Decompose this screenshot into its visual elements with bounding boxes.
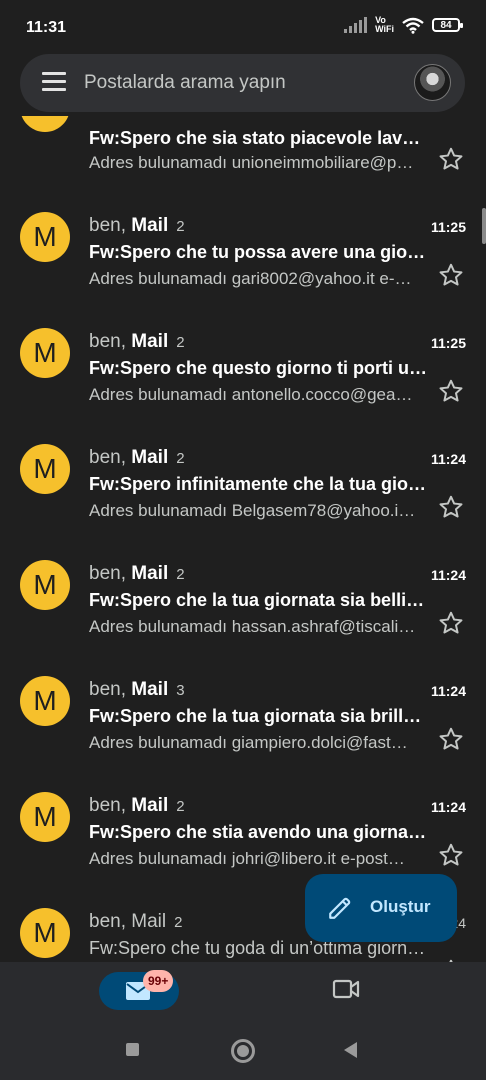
vowifi-bottom-text: WiFi <box>375 24 394 34</box>
email-row[interactable]: M ben, Mail 2 11:25 Fw:Spero che tu possa… <box>0 208 486 324</box>
sender-avatar: M <box>20 444 70 494</box>
thread-count: 3 <box>176 682 185 699</box>
sender-prefix: ben, <box>89 331 132 352</box>
email-snippet: Adres bulunamadı giampiero.dolci@fast… <box>89 733 408 752</box>
compose-button[interactable]: Oluştur <box>305 874 457 942</box>
signal-icon <box>344 17 368 33</box>
email-snippet: Adres bulunamadı hassan.ashraf@tiscali… <box>89 617 416 636</box>
email-sender: ben, Mail 2 <box>89 215 185 237</box>
thread-count: 2 <box>174 914 183 931</box>
star-icon[interactable] <box>438 378 464 404</box>
email-subject: Fw:Spero che sia stato piacevole lavo… <box>89 128 427 148</box>
sender-name: Mail <box>131 679 169 700</box>
email-subject: Fw:Spero che la tua giornata sia bellis… <box>89 590 427 610</box>
compose-label: Oluştur <box>370 897 431 916</box>
sender-name: Mail <box>131 563 169 584</box>
email-row[interactable]: M ben, Mail 3 11:24 Fw:Spero che la tua g… <box>0 672 486 788</box>
star-icon[interactable] <box>438 842 464 868</box>
status-bar: 11:31 Vo WiFi 84 <box>0 0 486 56</box>
sender-name: Mail <box>131 795 169 816</box>
search-placeholder[interactable]: Postalarda arama yapın <box>84 72 286 94</box>
email-snippet: Adres bulunamadı johri@libero.it e-post… <box>89 849 405 868</box>
email-time: 11:24 <box>430 567 466 583</box>
email-snippet: Adres bulunamadı gari8002@yahoo.it e-… <box>89 269 412 288</box>
sender-name: Mail <box>131 911 167 932</box>
email-row[interactable]: M ben, Mail 2 11:25 Fw:Spero che questo g… <box>0 324 486 440</box>
email-sender: ben, Mail 2 <box>89 911 182 933</box>
sender-prefix: ben, <box>89 215 132 236</box>
email-snippet: Adres bulunamadı Belgasem78@yahoo.i… <box>89 501 416 520</box>
thread-count: 2 <box>176 566 185 583</box>
status-icons: Vo WiFi 84 <box>344 16 463 34</box>
star-icon[interactable] <box>438 610 464 636</box>
sender-prefix: ben, <box>89 563 132 584</box>
email-time: 11:24 <box>430 451 466 467</box>
thread-count: 2 <box>176 334 185 351</box>
status-time: 11:31 <box>26 19 67 36</box>
sender-avatar: M <box>20 328 70 378</box>
thread-count: 2 <box>176 798 185 815</box>
sender-name: Mail <box>131 447 169 468</box>
email-sender: ben, Mail 2 <box>89 447 185 469</box>
wifi-icon <box>402 17 424 34</box>
email-sender: ben, Mail 2 <box>89 331 185 353</box>
sender-avatar: M <box>20 908 70 958</box>
home-icon[interactable] <box>231 1039 255 1063</box>
sender-avatar: M <box>20 560 70 610</box>
thread-count: 2 <box>176 450 185 467</box>
thread-count: 2 <box>176 218 185 235</box>
email-snippet: Adres bulunamadı unioneimmobiliare@p… <box>89 153 414 172</box>
sender-prefix: ben, <box>89 447 132 468</box>
email-list[interactable]: M Fw:Spero che sia stato piacevole lavo…… <box>0 116 486 962</box>
star-icon[interactable] <box>438 494 464 520</box>
battery-icon: 84 <box>432 18 463 32</box>
pencil-icon <box>329 897 351 919</box>
star-icon[interactable] <box>438 726 464 752</box>
email-time: 11:25 <box>430 335 466 351</box>
sender-avatar: M <box>20 212 70 262</box>
email-snippet: Adres bulunamadı antonello.cocco@gea… <box>89 385 413 404</box>
star-icon[interactable] <box>438 262 464 288</box>
back-icon[interactable] <box>344 1042 357 1058</box>
video-icon[interactable] <box>332 978 360 1000</box>
email-time: 11:24 <box>430 683 466 699</box>
email-sender: ben, Mail 2 <box>89 795 185 817</box>
battery-level: 84 <box>440 19 452 31</box>
system-navigation-bar <box>0 1020 486 1080</box>
recents-icon[interactable] <box>126 1043 139 1056</box>
sender-name: Mail <box>131 215 169 236</box>
scrollbar-thumb[interactable] <box>482 208 486 244</box>
sender-name: Mail <box>131 331 169 352</box>
bottom-navigation: 99+ <box>0 962 486 1020</box>
email-time: 11:24 <box>430 799 466 815</box>
email-subject: Fw:Spero che stia avendo una giornat… <box>89 822 427 842</box>
email-subject: Fw:Spero infinitamente che la tua gior… <box>89 474 427 494</box>
email-subject: Fw:Spero che tu possa avere una gior… <box>89 242 427 262</box>
sender-avatar: M <box>20 676 70 726</box>
vowifi-icon: Vo WiFi <box>375 16 394 34</box>
sender-prefix: ben, <box>89 911 132 932</box>
account-avatar[interactable] <box>414 64 451 101</box>
menu-icon[interactable] <box>42 72 66 92</box>
unread-badge: 99+ <box>143 970 174 992</box>
sender-avatar: M <box>20 792 70 842</box>
search-bar[interactable]: Postalarda arama yapın <box>20 54 465 112</box>
email-subject: Fw:Spero che la tua giornata sia brilla… <box>89 706 427 726</box>
email-row[interactable]: M ben, Mail 2 11:24 Fw:Spero infinitament… <box>0 440 486 556</box>
email-row[interactable]: M Fw:Spero che sia stato piacevole lavo…… <box>0 116 486 172</box>
sender-prefix: ben, <box>89 679 132 700</box>
email-sender: ben, Mail 3 <box>89 679 185 701</box>
email-sender: ben, Mail 2 <box>89 563 185 585</box>
email-subject: Fw:Spero che questo giorno ti porti u… <box>89 358 427 378</box>
star-icon[interactable] <box>438 146 464 172</box>
email-time: 11:25 <box>430 219 466 235</box>
email-row[interactable]: M ben, Mail 2 11:24 Fw:Spero che la tua g… <box>0 556 486 672</box>
sender-prefix: ben, <box>89 795 132 816</box>
sender-avatar: M <box>20 116 70 132</box>
